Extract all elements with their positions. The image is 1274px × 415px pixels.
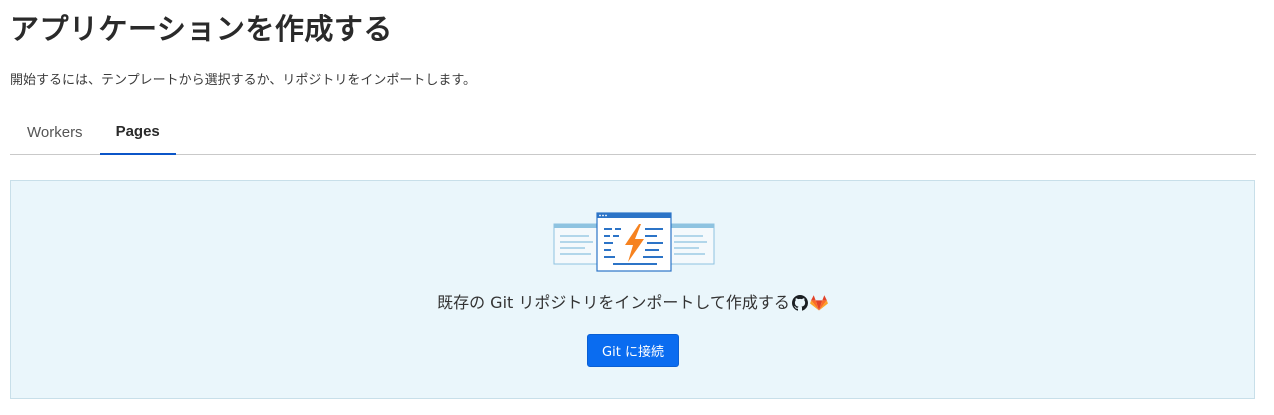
page-subtitle: 開始するには、テンプレートから選択するか、リポジトリをインポートします。: [10, 73, 477, 88]
pages-illustration: [553, 212, 715, 272]
github-icon: [791, 295, 808, 317]
connect-git-button[interactable]: Git に接続: [587, 334, 679, 367]
import-message-row: 既存の Git リポジトリをインポートして作成する: [11, 292, 1254, 317]
git-import-panel: 既存の Git リポジトリをインポートして作成する Git に接続: [10, 180, 1255, 399]
tab-workers[interactable]: Workers: [10, 110, 100, 154]
tab-bar: Workers Pages: [10, 110, 1256, 155]
import-message: 既存の Git リポジトリをインポートして作成する: [437, 293, 790, 312]
create-application-page: アプリケーションを作成する 開始するには、テンプレートから選択するか、リポジトリ…: [0, 0, 1274, 415]
page-title: アプリケーションを作成する: [10, 12, 393, 46]
tab-pages[interactable]: Pages: [99, 110, 176, 155]
gitlab-icon: [810, 295, 828, 317]
